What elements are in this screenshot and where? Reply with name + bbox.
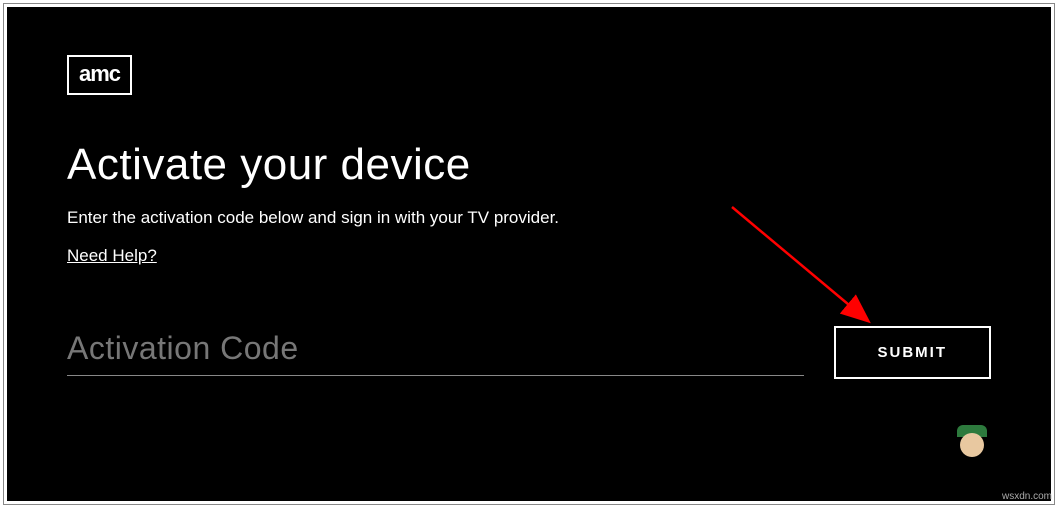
activation-code-input[interactable]	[67, 330, 804, 367]
mascot-avatar	[953, 423, 991, 461]
activation-page: amc Activate your device Enter the activ…	[7, 7, 1051, 501]
page-title: Activate your device	[67, 140, 991, 190]
page-subtitle: Enter the activation code below and sign…	[67, 208, 991, 228]
need-help-link[interactable]: Need Help?	[67, 246, 157, 266]
amc-logo: amc	[67, 55, 132, 95]
watermark-text: wsxdn.com	[1002, 491, 1052, 502]
activation-form: SUBMIT	[67, 326, 991, 379]
input-wrapper	[67, 330, 804, 376]
logo-text: amc	[79, 63, 120, 85]
submit-button[interactable]: SUBMIT	[834, 326, 992, 379]
